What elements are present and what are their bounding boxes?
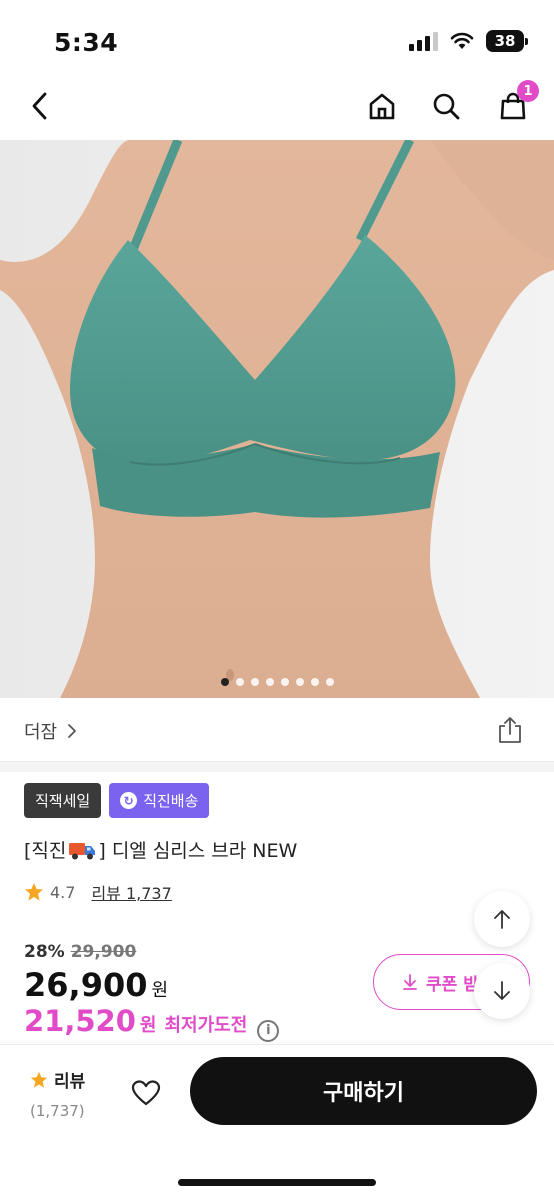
buy-button[interactable]: 구매하기	[190, 1057, 537, 1125]
home-icon	[369, 93, 395, 120]
carousel-dot[interactable]	[310, 678, 319, 686]
brand-row: 더잠	[0, 698, 554, 762]
arrow-down-icon	[494, 981, 510, 1000]
carousel-dot[interactable]	[280, 678, 289, 686]
sale-badge-label: 직잭세일	[35, 792, 91, 810]
status-icons: 38	[409, 30, 528, 52]
best-price-label: 최저가도전	[164, 1015, 248, 1036]
search-button[interactable]	[426, 86, 466, 126]
star-icon	[25, 883, 43, 901]
coupon-label: 쿠폰 받	[426, 974, 479, 995]
carousel-dot[interactable]	[295, 678, 304, 686]
brand-link[interactable]: 더잠	[24, 718, 77, 744]
delivery-badge-label: 직진배송	[143, 792, 199, 810]
carousel-dot[interactable]	[220, 678, 229, 686]
carousel-dot[interactable]	[235, 678, 244, 686]
cart-button[interactable]: 1	[493, 80, 539, 126]
top-nav-bar: 1	[0, 72, 554, 140]
review-summary-label: 리뷰	[54, 1072, 86, 1092]
product-title-prefix: [직진	[24, 840, 67, 862]
bottom-purchase-bar: 리뷰 (1,737) 구매하기	[0, 1044, 554, 1200]
battery-icon: 38	[486, 30, 528, 52]
product-photo	[0, 140, 554, 698]
status-time: 5:34	[54, 28, 119, 57]
product-image-carousel[interactable]	[0, 140, 554, 698]
buy-button-label: 구매하기	[323, 1081, 404, 1106]
carousel-dots	[0, 678, 554, 686]
product-title-suffix: ] 디엘 심리스 브라 NEW	[98, 840, 298, 862]
sale-price-currency: 원	[151, 980, 169, 1001]
rating-row: 4.7 리뷰 1,737	[24, 880, 172, 904]
wifi-icon	[450, 32, 474, 49]
cellular-signal-icon	[409, 31, 438, 51]
rating-value: 4.7	[50, 882, 76, 902]
scroll-top-button[interactable]	[474, 891, 530, 947]
search-icon	[433, 93, 460, 120]
best-price-currency: 원	[139, 1015, 157, 1036]
section-divider	[0, 762, 554, 772]
scroll-bottom-button[interactable]	[474, 963, 530, 1019]
heart-icon	[131, 1080, 161, 1106]
home-indicator	[178, 1179, 376, 1186]
review-summary[interactable]: 리뷰 (1,737)	[30, 1067, 100, 1120]
carousel-dot[interactable]	[265, 678, 274, 686]
original-price: 29,900	[70, 942, 137, 962]
review-count-link[interactable]: 리뷰 1,737	[91, 880, 171, 904]
review-summary-title: 리뷰	[30, 1067, 100, 1092]
info-icon[interactable]: i	[257, 1019, 280, 1042]
delivery-badge: ↻ 직진배송	[109, 783, 210, 818]
arrow-up-icon	[494, 910, 510, 929]
best-price-row: 21,520 원 최저가도전 i	[24, 1004, 280, 1042]
wishlist-button[interactable]	[126, 1073, 166, 1113]
delivery-arrow-icon: ↻	[120, 792, 138, 809]
discount-percent: 28%	[24, 942, 65, 962]
truck-icon	[69, 842, 96, 859]
back-arrow-icon	[32, 92, 47, 120]
brand-name: 더잠	[24, 722, 58, 743]
download-icon	[403, 974, 417, 990]
sale-badge: 직잭세일	[24, 783, 102, 818]
share-icon	[499, 717, 521, 743]
share-button[interactable]	[494, 714, 526, 746]
review-summary-count: (1,737)	[30, 1102, 85, 1120]
back-button[interactable]	[20, 86, 60, 126]
chevron-right-icon	[68, 724, 77, 738]
home-button[interactable]	[362, 86, 402, 126]
price-row: 26,900 원	[24, 966, 168, 1004]
cart-count-badge: 1	[517, 80, 539, 102]
status-bar: 5:34 38	[0, 0, 554, 72]
sale-price: 26,900	[24, 966, 148, 1004]
discount-row: 28% 29,900	[24, 942, 136, 962]
carousel-dot[interactable]	[325, 678, 334, 686]
badge-row: 직잭세일 ↻ 직진배송	[24, 783, 210, 818]
best-price: 21,520	[24, 1004, 136, 1038]
star-icon	[30, 1071, 48, 1088]
product-title: [직진 ] 디엘 심리스 브라 NEW	[24, 836, 297, 863]
carousel-dot[interactable]	[250, 678, 259, 686]
